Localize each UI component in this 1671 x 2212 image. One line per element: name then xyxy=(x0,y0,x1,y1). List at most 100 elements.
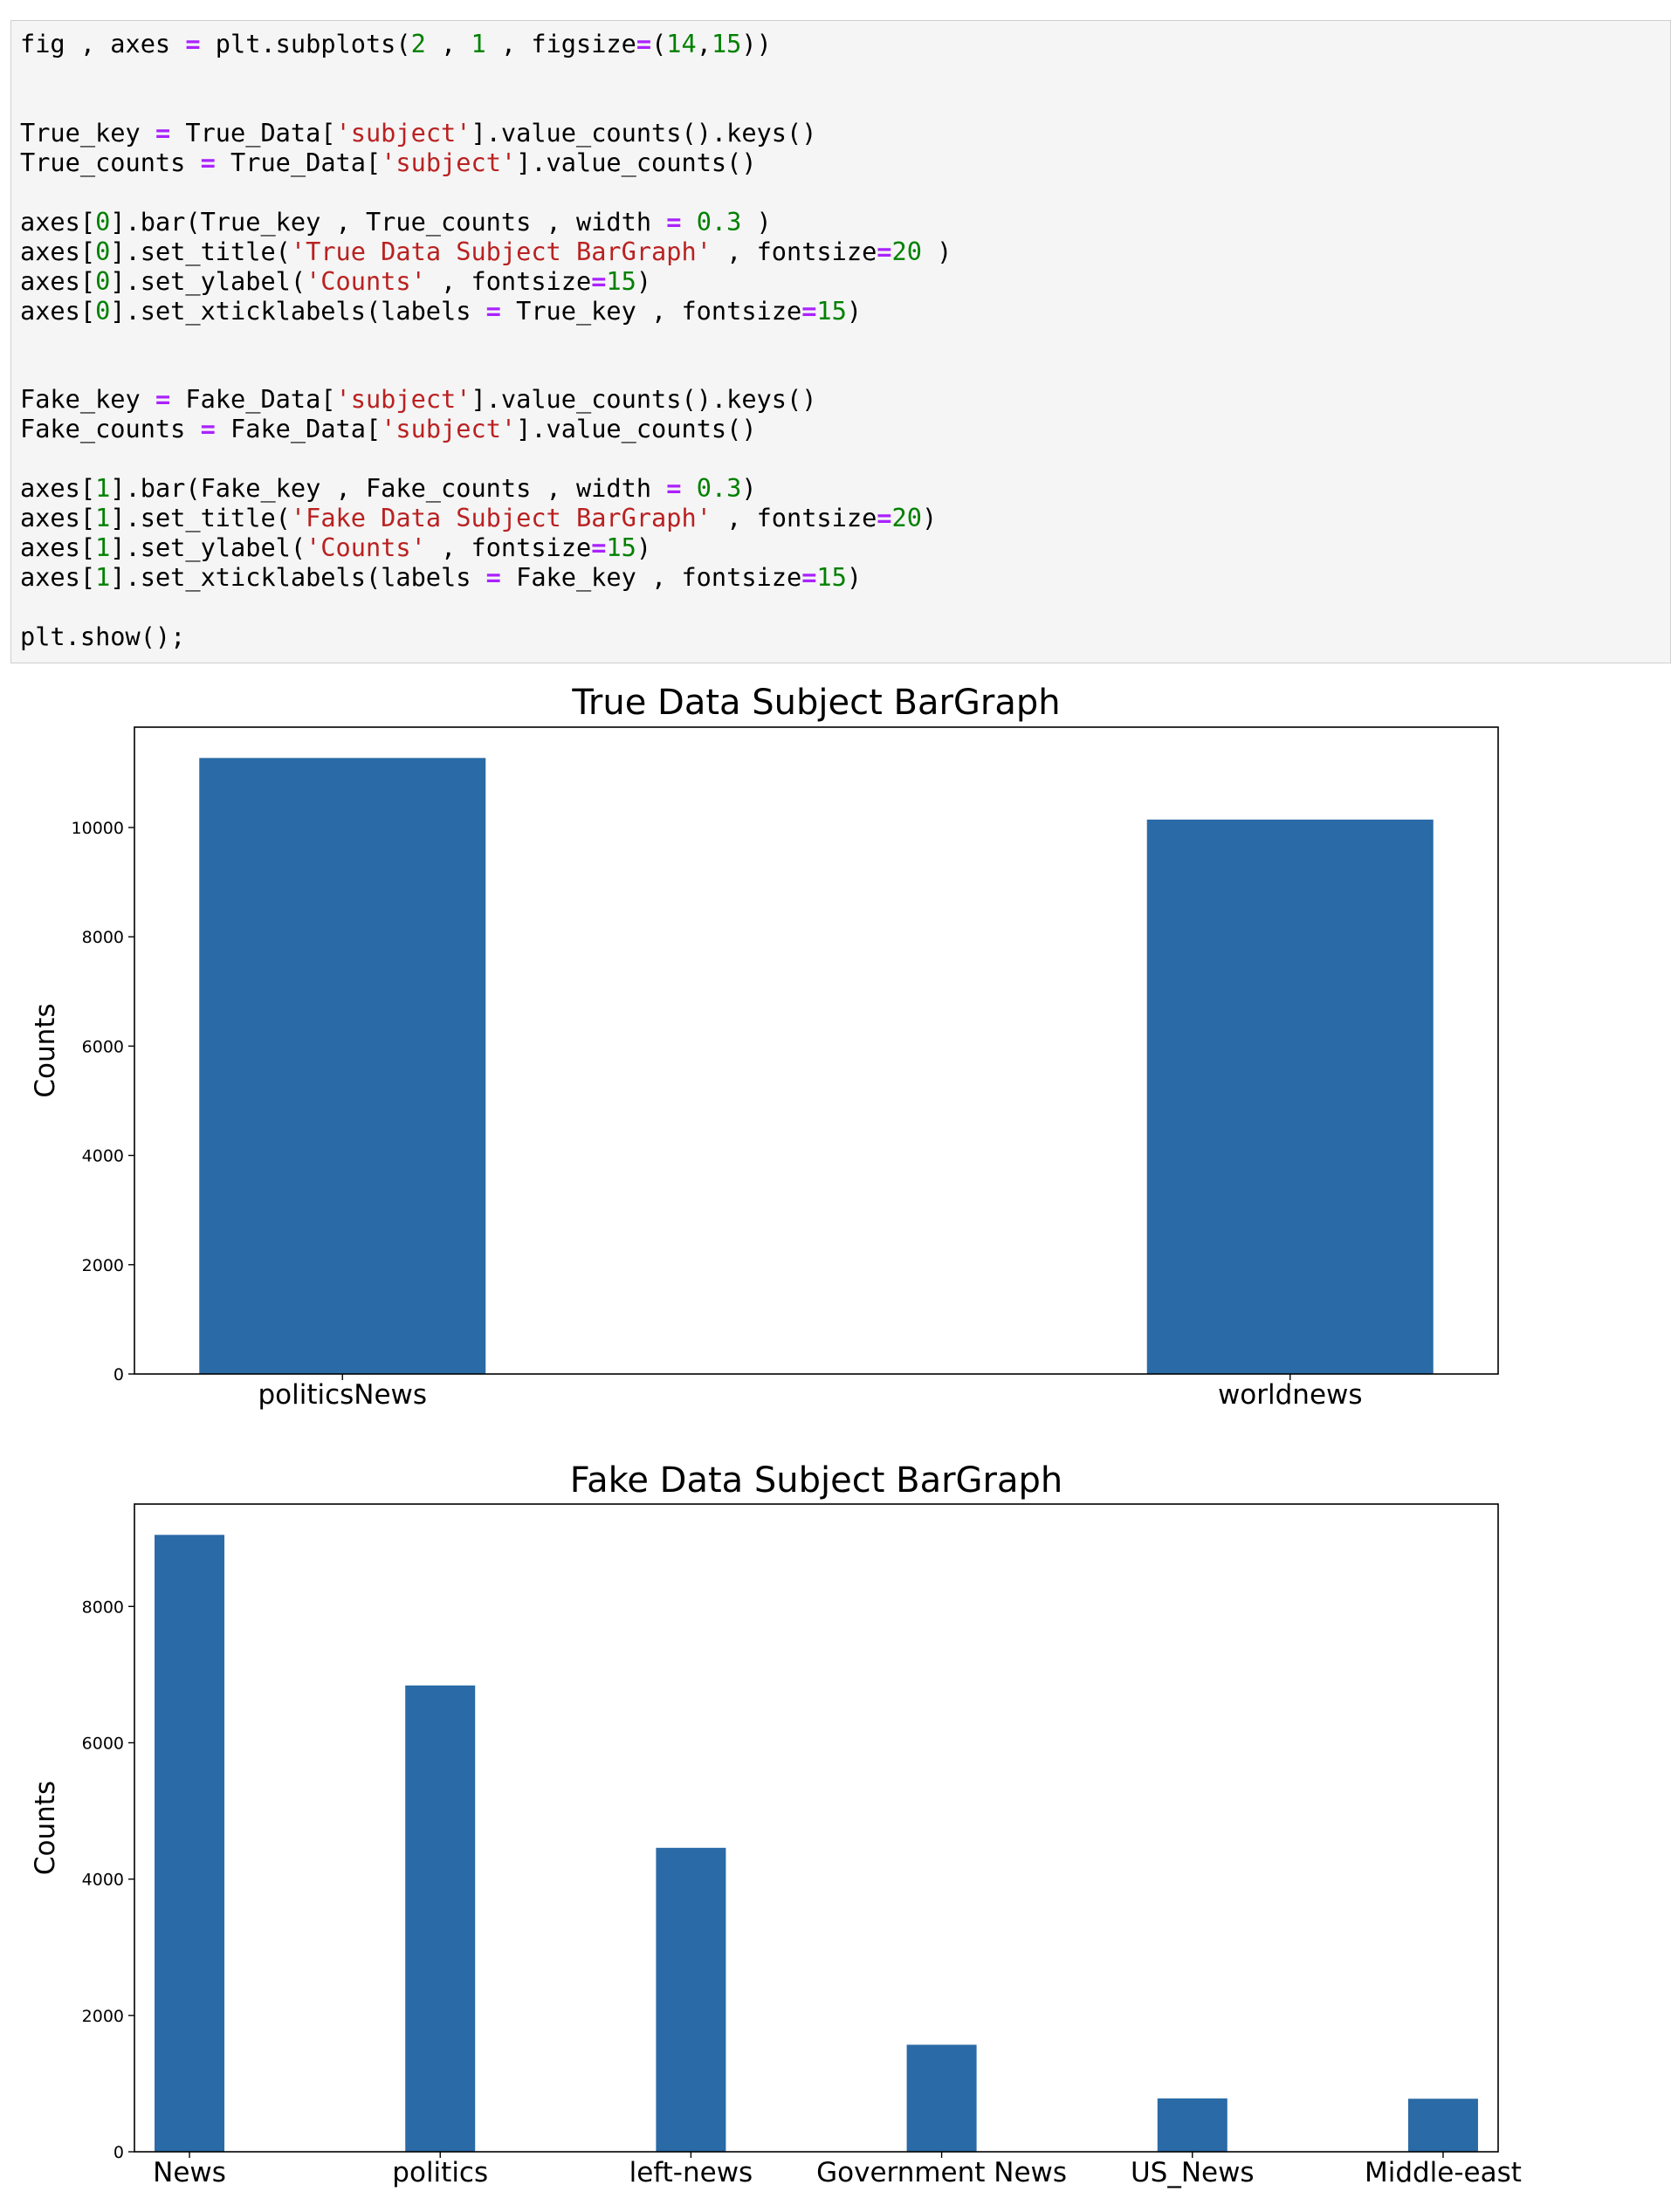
code-token: 'subject' xyxy=(335,117,471,148)
code-token: ].set_title( xyxy=(110,236,291,266)
code-token: 'Counts' xyxy=(306,265,426,296)
code-line: True_counts = True_Data['subject'].value… xyxy=(20,148,757,177)
code-cell[interactable]: fig , axes = plt.subplots(2 , 1 , figsiz… xyxy=(10,20,1671,663)
y-tick-label: 0 xyxy=(113,2143,124,2162)
bar xyxy=(155,1535,225,2152)
code-token: True_counts xyxy=(20,147,201,177)
code-token: Fake_key , fontsize xyxy=(500,562,802,593)
code-token: 15 xyxy=(606,532,636,563)
bar-chart: 0 2000 4000 6000 8000 10000 politicsNews worldn… xyxy=(30,683,1499,1411)
bar-chart: 0 2000 4000 6000 8000 News politics left-news Go… xyxy=(30,1460,1522,2188)
code-token: ].value_counts() xyxy=(516,147,757,177)
chart-title: Fake Data Subject BarGraph xyxy=(570,1460,1062,1501)
code-token: 1 xyxy=(95,562,111,593)
code-token: 'Counts' xyxy=(306,532,426,563)
code-token: = xyxy=(485,562,501,593)
code-token: 'Fake Data Subject BarGraph' xyxy=(290,503,712,533)
code-token: = xyxy=(877,503,892,533)
code-token: = xyxy=(666,206,682,237)
code-token: ].set_ylabel( xyxy=(110,265,306,296)
x-tick-label: US_News xyxy=(1131,2157,1255,2188)
code-token: = xyxy=(155,117,171,148)
code-token: ) xyxy=(636,265,652,296)
code-token: 'True Data Subject BarGraph' xyxy=(290,236,712,266)
code-token: 1 xyxy=(471,29,486,58)
code-token: plt.subplots( xyxy=(200,29,411,58)
y-tick-label: 0 xyxy=(113,1365,124,1384)
bar xyxy=(906,2044,977,2152)
code-token: 15 xyxy=(711,29,742,58)
code-token: axes[ xyxy=(20,206,96,237)
code-token: 0 xyxy=(95,206,111,237)
code-token: ].set_xticklabels(labels xyxy=(110,562,486,593)
code-token: ) xyxy=(921,503,938,533)
matplotlib-figure: 0 2000 4000 6000 8000 10000 politicsNews worldn… xyxy=(30,683,1522,2188)
code-token: 0 xyxy=(95,295,111,326)
code-line: axes[1].set_ylabel('Counts' , fontsize=1… xyxy=(20,532,651,562)
code-token: 1 xyxy=(95,532,111,563)
code-token: , xyxy=(425,29,471,58)
code-line: Fake_key = Fake_Data['subject'].value_co… xyxy=(20,384,816,414)
code-token: 2 xyxy=(410,29,426,58)
code-token: 1 xyxy=(95,503,111,533)
code-token: , fontsize xyxy=(711,236,877,266)
code-line: axes[0].bar(True_key , True_counts , wid… xyxy=(20,207,772,237)
code-token: True_Data[ xyxy=(215,147,382,177)
code-editor[interactable]: fig , axes = plt.subplots(2 , 1 , figsiz… xyxy=(11,21,1670,652)
code-token: , fontsize xyxy=(711,503,877,533)
code-token: ) xyxy=(846,562,863,593)
code-token: axes[ xyxy=(20,562,96,593)
code-token: , fontsize xyxy=(425,532,592,563)
code-token: 'subject' xyxy=(381,147,517,177)
code-token: ].value_counts().keys() xyxy=(471,384,817,415)
x-tick-label: politicsNews xyxy=(258,1379,427,1411)
y-tick-label: 10000 xyxy=(72,819,124,838)
code-token: = xyxy=(155,384,171,415)
code-line: axes[1].set_xticklabels(labels = Fake_ke… xyxy=(20,562,862,592)
code-token: 20 xyxy=(891,503,922,533)
code-token: True_key xyxy=(20,117,155,148)
code-token: True_key , fontsize xyxy=(500,295,802,326)
bar xyxy=(656,1847,726,2152)
code-token: = xyxy=(591,265,607,296)
code-token: True_Data[ xyxy=(170,117,336,148)
code-token: 20 xyxy=(891,236,922,266)
code-line: axes[1].bar(Fake_key , Fake_counts , wid… xyxy=(20,473,757,503)
x-tick-label: worldnews xyxy=(1218,1379,1363,1411)
code-token: axes[ xyxy=(20,295,96,326)
code-line: True_key = True_Data['subject'].value_co… xyxy=(20,118,816,148)
code-token: ].value_counts().keys() xyxy=(471,117,817,148)
code-token: )) xyxy=(741,29,772,58)
x-tick-label: Government News xyxy=(816,2157,1067,2188)
code-line: axes[0].set_xticklabels(labels = True_ke… xyxy=(20,296,862,326)
code-token: 0 xyxy=(95,265,111,296)
code-token: 0.3 xyxy=(696,473,742,504)
code-token: ) xyxy=(636,532,652,563)
y-axis-label: Counts xyxy=(30,1003,61,1097)
code-token: ) xyxy=(741,473,757,504)
code-token: , xyxy=(696,29,712,58)
code-line: Fake_counts = Fake_Data['subject'].value… xyxy=(20,414,757,443)
code-token: 15 xyxy=(816,295,847,326)
code-token: = xyxy=(591,532,607,563)
y-tick-label: 8000 xyxy=(82,1597,124,1617)
code-token: 15 xyxy=(816,562,847,593)
y-tick-label: 6000 xyxy=(82,1037,124,1056)
bar xyxy=(1157,2098,1227,2152)
y-tick-label: 2000 xyxy=(82,1256,124,1275)
code-token: Fake_Data[ xyxy=(170,384,336,415)
code-token: Fake_key xyxy=(20,384,155,415)
code-token: = xyxy=(801,562,817,593)
code-token: 1 xyxy=(95,473,111,504)
bar xyxy=(1146,819,1434,1374)
code-token: ) xyxy=(741,206,772,237)
y-tick-label: 4000 xyxy=(82,1147,124,1166)
bar xyxy=(199,758,486,1374)
code-token: axes[ xyxy=(20,503,96,533)
code-line: fig , axes = plt.subplots(2 , 1 , figsiz… xyxy=(20,29,772,58)
code-token: = xyxy=(877,236,892,266)
code-token: = xyxy=(185,29,201,58)
code-token: Fake_Data[ xyxy=(215,414,382,444)
